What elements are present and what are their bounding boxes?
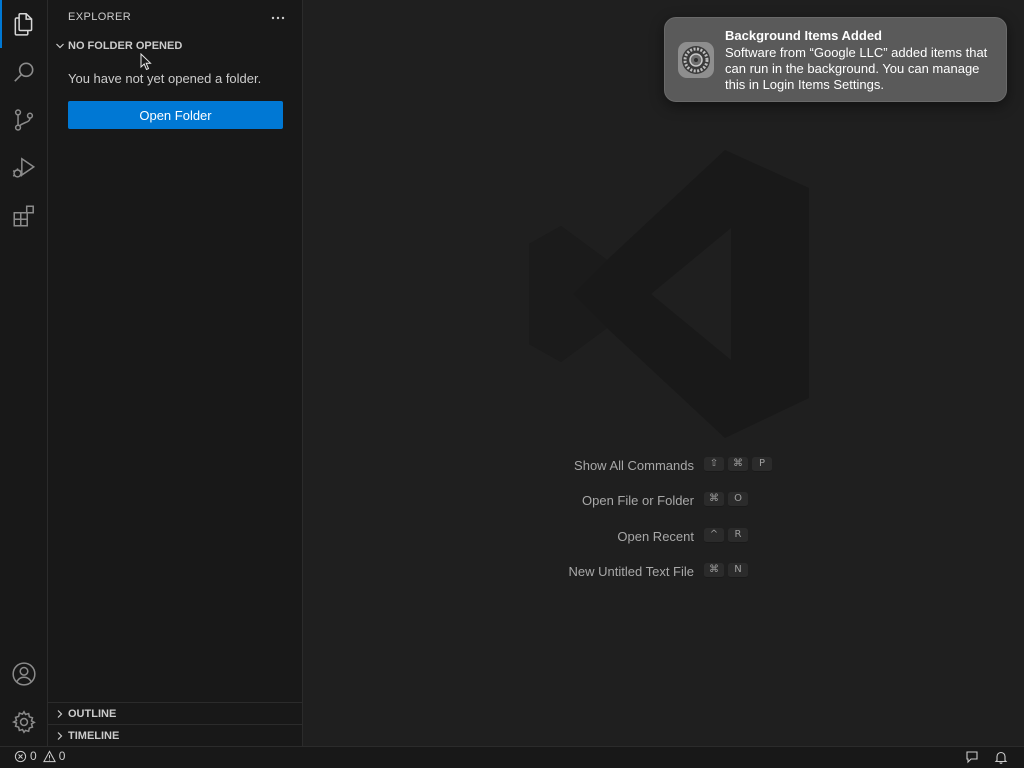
shortcut-row: Open File or Folder ⌘ O — [303, 491, 1024, 513]
key-cap: R — [728, 528, 748, 543]
notification-body: Software from “Google LLC” added items t… — [725, 45, 988, 92]
explorer-sidebar: EXPLORER NO FOLDER OPENED You have not y… — [48, 0, 303, 746]
shortcuts-list: Show All Commands ⇧ ⌘ P Open File or Folder ⌘… — [303, 0, 1024, 746]
shortcut-row: Open Recent ^ R — [303, 527, 1024, 549]
keybinding: ⇧ ⌘ P — [704, 457, 772, 472]
search-icon[interactable] — [0, 48, 48, 96]
key-cap: ⌘ — [728, 457, 748, 472]
background-items-notification[interactable]: Background Items Added Software from “Go… — [664, 17, 1007, 102]
sidebar-title: EXPLORER — [68, 11, 132, 23]
shortcut-row: Show All Commands ⇧ ⌘ P — [303, 456, 1024, 478]
error-icon — [14, 750, 27, 762]
system-settings-gear-icon — [678, 42, 714, 78]
warning-icon — [42, 749, 56, 762]
section-outline[interactable]: OUTLINE — [48, 703, 302, 725]
key-cap: ⌘ — [704, 563, 724, 578]
keybinding: ^ R — [704, 528, 748, 543]
section-label: OUTLINE — [68, 708, 117, 720]
chevron-right-icon — [52, 706, 68, 722]
shortcut-row: New Untitled Text File ⌘ N — [303, 562, 1024, 584]
key-cap: ⇧ — [704, 457, 724, 472]
keybinding: ⌘ N — [704, 563, 748, 578]
shortcut-label[interactable]: Open File or Folder — [582, 493, 694, 508]
run-debug-icon[interactable] — [0, 144, 48, 192]
feedback-icon[interactable] — [964, 749, 980, 765]
manage-gear-icon[interactable] — [0, 698, 48, 746]
key-cap: N — [728, 563, 748, 578]
shortcut-label[interactable]: New Untitled Text File — [569, 564, 694, 579]
explorer-icon[interactable] — [0, 0, 48, 48]
key-cap: P — [752, 457, 772, 472]
chevron-down-icon — [52, 38, 68, 54]
shortcut-label[interactable]: Open Recent — [617, 529, 694, 544]
activity-bar — [0, 0, 48, 746]
error-count: 0 — [30, 749, 37, 763]
account-icon[interactable] — [0, 650, 48, 698]
shortcut-label[interactable]: Show All Commands — [574, 458, 694, 473]
ellipsis-icon[interactable] — [268, 8, 288, 28]
chevron-right-icon — [52, 728, 68, 744]
empty-folder-message: You have not yet opened a folder. — [68, 71, 262, 86]
warning-count: 0 — [58, 749, 66, 763]
editor-area: Show All Commands ⇧ ⌘ P Open File or Folder ⌘… — [303, 0, 1024, 746]
problems-indicator[interactable]: 0 0 — [14, 749, 65, 763]
source-control-icon[interactable] — [0, 96, 48, 144]
section-label: NO FOLDER OPENED — [68, 40, 183, 52]
key-cap: O — [728, 492, 748, 507]
notifications-bell-icon[interactable] — [993, 749, 1009, 765]
section-timeline[interactable]: TIMELINE — [48, 725, 302, 747]
key-cap: ^ — [704, 528, 724, 543]
keybinding: ⌘ O — [704, 492, 748, 507]
status-bar: 0 0 — [0, 746, 1024, 768]
open-folder-button[interactable]: Open Folder — [68, 101, 283, 129]
key-cap: ⌘ — [704, 492, 724, 507]
section-no-folder-opened[interactable]: NO FOLDER OPENED — [48, 35, 302, 57]
mouse-pointer-icon — [140, 53, 152, 71]
extensions-icon[interactable] — [0, 192, 48, 240]
section-label: TIMELINE — [68, 730, 120, 742]
notification-title: Background Items Added — [725, 28, 882, 43]
